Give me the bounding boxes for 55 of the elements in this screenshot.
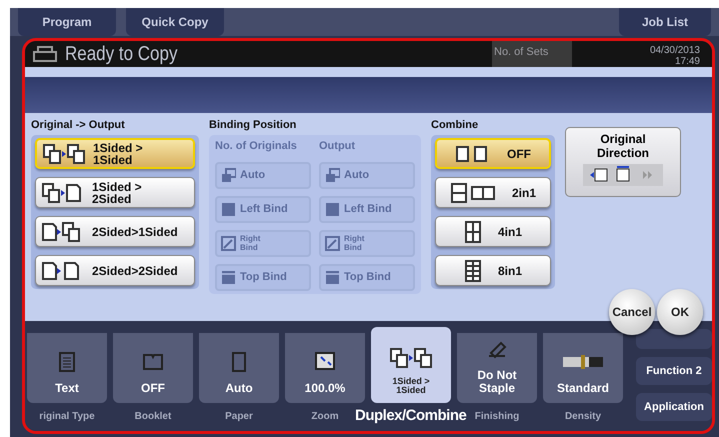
function-label: Paper (225, 410, 253, 424)
function-label: riginal Type (39, 410, 95, 424)
page-icon (221, 270, 236, 284)
time-text: 17:49 (674, 56, 700, 67)
group-title: Original -> Output (31, 119, 126, 131)
function-icon (487, 339, 507, 361)
page-icon (325, 270, 340, 284)
combine-button[interactable]: 2in1 (435, 177, 551, 208)
sets-label: No. of Sets (492, 41, 572, 67)
duplex-option-button[interactable]: 2Sided>1Sided (35, 216, 195, 247)
function-tile[interactable]: Text (27, 333, 107, 403)
function-button[interactable]: Function 2 (636, 357, 712, 385)
pages-icon (464, 220, 482, 242)
copier-icon (33, 46, 57, 62)
function-label: Density (564, 410, 602, 424)
function-tile[interactable]: Auto (199, 333, 279, 403)
page-icon (325, 168, 340, 182)
function-tile[interactable]: Standard (543, 333, 623, 403)
group-title: Combine (431, 119, 480, 131)
page-icon (221, 168, 236, 182)
page-icon (221, 236, 236, 250)
function-icon (57, 352, 77, 374)
function-label: Zoom (311, 410, 339, 424)
function-button[interactable]: Application (636, 393, 712, 421)
orientation-icon (583, 164, 663, 186)
duplex-mode-icon (389, 347, 433, 369)
function-tile[interactable]: 100.0% (285, 333, 365, 403)
date-text: 04/30/2013 (648, 45, 700, 56)
top-tab[interactable]: Program (18, 8, 116, 36)
combine-button[interactable]: OFF (435, 138, 551, 169)
page-icon (325, 236, 340, 250)
top-tab[interactable]: Quick Copy (126, 8, 224, 36)
column-title: No. of Originals (215, 139, 298, 154)
pages-icon (450, 182, 496, 202)
function-icon (229, 352, 249, 374)
function-label: Booklet (134, 410, 172, 424)
function-tile[interactable]: Do Not Staple (457, 333, 537, 403)
duplex-mode-icon (43, 142, 87, 164)
duplex-option-button[interactable]: 2Sided>2Sided (35, 255, 195, 286)
page-icon (325, 202, 340, 216)
combine-button[interactable]: 8in1 (435, 255, 551, 286)
pages-icon (464, 260, 482, 282)
duplex-option-button[interactable]: 1Sided > 1Sided (35, 138, 195, 169)
combine-button[interactable]: 4in1 (435, 216, 551, 247)
column-title: Output (319, 139, 356, 154)
page-icon (221, 202, 236, 216)
function-label: Finishing (474, 410, 520, 424)
top-tab[interactable]: Job List (619, 8, 711, 36)
group-title: Binding Position (209, 119, 298, 131)
popup-label: Duplex/Combine (355, 406, 466, 426)
direction-button[interactable]: Original Direction (565, 127, 681, 197)
status-title: Ready to Copy (65, 42, 178, 67)
function-tile[interactable]: OFF (113, 333, 193, 403)
function-tile[interactable]: 1Sided > 1Sided (371, 327, 451, 403)
duplex-option-button[interactable]: 1Sided > 2Sided (35, 177, 195, 208)
